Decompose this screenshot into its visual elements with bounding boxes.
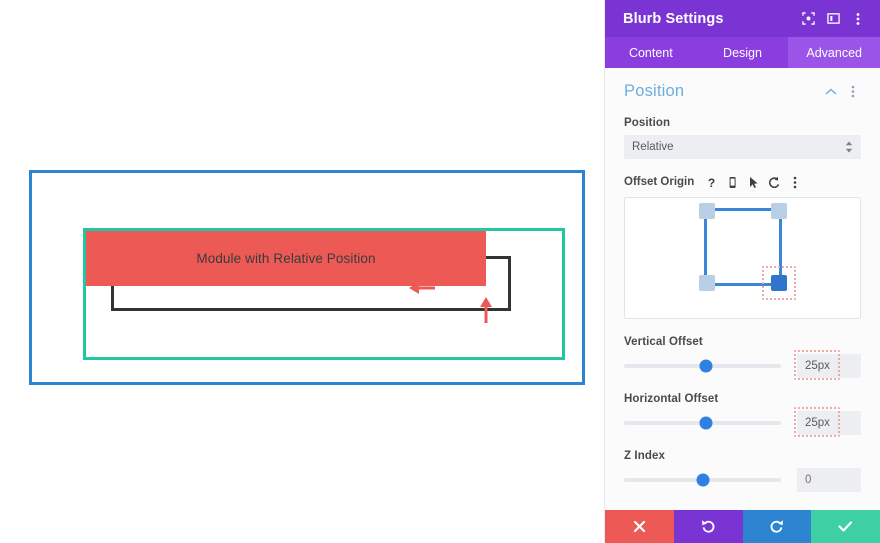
tab-content[interactable]: Content — [605, 37, 697, 68]
redo-icon — [769, 519, 784, 534]
vertical-offset-input[interactable] — [797, 354, 861, 378]
vertical-offset-slider-thumb[interactable] — [699, 360, 712, 373]
tab-bar: Content Design Advanced — [605, 37, 880, 68]
offset-origin-more-vertical-icon[interactable] — [787, 174, 803, 190]
horizontal-offset-arrow — [409, 281, 435, 295]
module-label: Module with Relative Position — [196, 251, 375, 266]
offset-origin-label: Offset Origin — [624, 176, 694, 188]
horizontal-offset-label: Horizontal Offset — [624, 393, 861, 405]
horizontal-offset-field: Horizontal Offset — [624, 393, 861, 435]
offset-origin-row: Offset Origin ? — [624, 174, 861, 190]
layout-columns-icon[interactable] — [823, 9, 843, 29]
z-index-input[interactable] — [797, 468, 861, 492]
help-icon[interactable]: ? — [703, 174, 719, 190]
page-canvas: Module with Relative Position — [0, 0, 604, 543]
chevron-up-icon[interactable] — [823, 84, 839, 100]
offset-origin-picker[interactable] — [624, 197, 861, 319]
origin-square — [699, 203, 787, 291]
panel-header: Blurb Settings — [605, 0, 880, 37]
position-field-label: Position — [624, 117, 861, 129]
z-index-slider[interactable] — [624, 478, 781, 482]
reset-icon[interactable] — [766, 174, 782, 190]
panel-action-bar — [605, 510, 880, 543]
close-icon — [633, 520, 646, 533]
blurb-module[interactable]: Module with Relative Position — [86, 231, 486, 286]
z-index-field: Z Index — [624, 450, 861, 492]
row-outline[interactable]: Module with Relative Position — [83, 228, 565, 360]
redo-button[interactable] — [743, 510, 812, 543]
section-more-vertical-icon[interactable] — [845, 84, 861, 100]
origin-handle-bottom-left[interactable] — [699, 275, 715, 291]
tab-advanced[interactable]: Advanced — [788, 37, 880, 68]
horizontal-offset-slider-thumb[interactable] — [699, 417, 712, 430]
origin-handle-top-right[interactable] — [771, 203, 787, 219]
position-field: Position Relative — [624, 117, 861, 159]
more-vertical-icon[interactable] — [848, 9, 868, 29]
settings-panel: Blurb Settings Content Design Advanced — [604, 0, 880, 543]
section-title: Position — [624, 82, 817, 101]
origin-handle-bottom-right[interactable] — [771, 275, 787, 291]
save-button[interactable] — [811, 510, 880, 543]
vertical-offset-label: Vertical Offset — [624, 336, 861, 348]
responsive-mobile-icon[interactable] — [724, 174, 740, 190]
origin-edge-left — [704, 210, 707, 284]
origin-edge-top — [706, 208, 780, 211]
hover-cursor-icon[interactable] — [745, 174, 761, 190]
panel-title: Blurb Settings — [623, 11, 793, 27]
vertical-offset-field: Vertical Offset — [624, 336, 861, 378]
undo-button[interactable] — [674, 510, 743, 543]
position-section-header: Position — [624, 82, 861, 101]
vertical-offset-slider[interactable] — [624, 364, 781, 368]
origin-handle-top-left[interactable] — [699, 203, 715, 219]
check-icon — [838, 520, 853, 533]
vertical-offset-arrow — [479, 297, 493, 323]
svg-text:?: ? — [708, 176, 715, 189]
position-select[interactable]: Relative — [624, 135, 861, 159]
z-index-slider-thumb[interactable] — [696, 474, 709, 487]
panel-body: Position Position Relative — [605, 68, 880, 510]
horizontal-offset-input[interactable] — [797, 411, 861, 435]
z-index-label: Z Index — [624, 450, 861, 462]
horizontal-offset-slider[interactable] — [624, 421, 781, 425]
tab-design[interactable]: Design — [697, 37, 789, 68]
focus-icon[interactable] — [798, 9, 818, 29]
undo-icon — [701, 519, 716, 534]
section-outline[interactable]: Module with Relative Position — [29, 170, 585, 385]
cancel-button[interactable] — [605, 510, 674, 543]
